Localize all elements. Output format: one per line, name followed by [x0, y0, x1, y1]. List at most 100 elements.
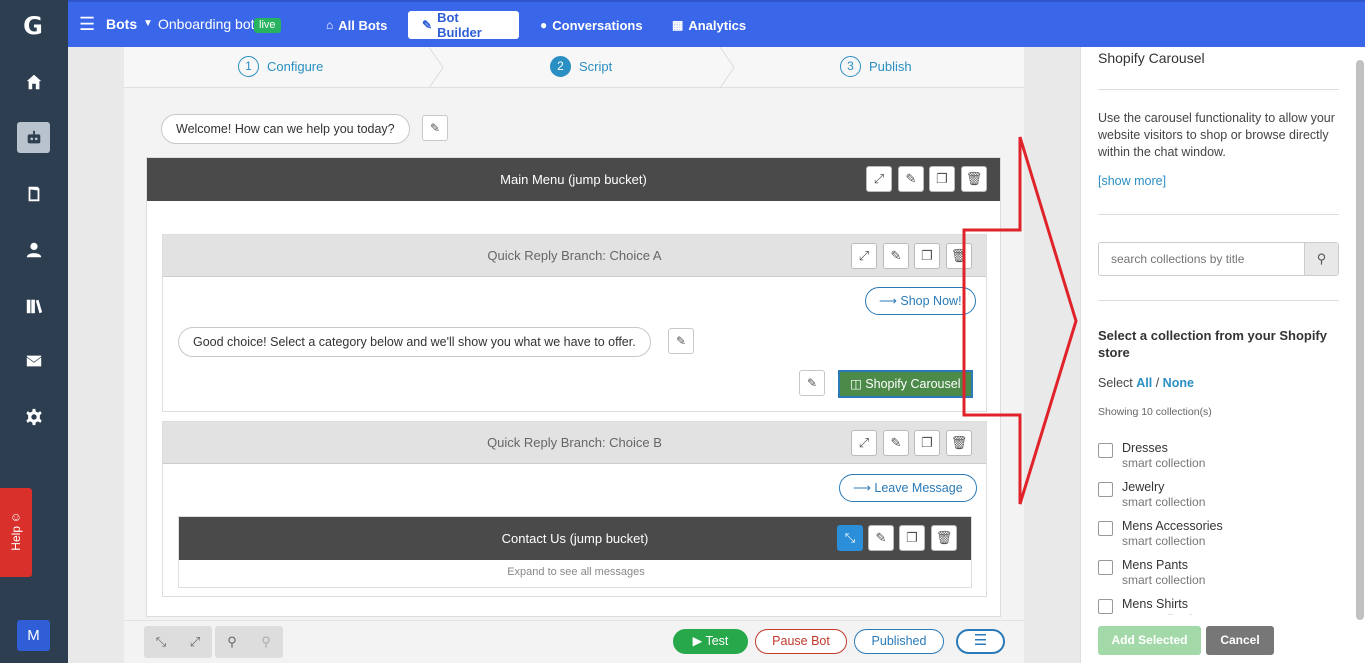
checkbox[interactable]	[1098, 443, 1113, 458]
tab-label: Conversations	[552, 17, 643, 33]
robot-icon[interactable]	[17, 122, 50, 153]
step-label: Configure	[267, 59, 324, 74]
lifebuoy-icon: ☺	[9, 510, 23, 524]
collection-name: Mens Pants	[1122, 558, 1189, 572]
panel-scrollbar[interactable]	[1356, 60, 1364, 620]
expand-collapse-group: ⤡ ⤢	[144, 626, 212, 658]
step-script[interactable]: 2 Script	[550, 56, 612, 77]
collection-type: smart collection	[1122, 456, 1206, 470]
published-button[interactable]: Published	[854, 629, 944, 654]
select-all-link[interactable]: All	[1136, 376, 1152, 390]
hamburger-menu-icon[interactable]: ☰	[79, 15, 95, 33]
copy-icon[interactable]: ❐	[914, 430, 940, 456]
caret-down-icon[interactable]: ▼	[143, 18, 153, 29]
edit-icon[interactable]: ✎	[883, 430, 909, 456]
contact-us-bucket: Contact Us (jump bucket) ⤡ ✎ ❐ 🗑 Expand …	[178, 516, 972, 588]
expand-all-icon[interactable]: ⤡	[144, 626, 178, 658]
avatar[interactable]: M	[17, 620, 50, 651]
checkbox[interactable]	[1098, 560, 1113, 575]
choice-a-message[interactable]: Good choice! Select a category below and…	[178, 327, 651, 357]
chat-bubble-icon: ●	[540, 18, 548, 32]
collection-name: Mens Accessories	[1122, 519, 1223, 533]
copy-icon[interactable]: ❐	[914, 243, 940, 269]
collapse-all-icon[interactable]: ⤢	[178, 626, 212, 658]
tab-label: All Bots	[338, 17, 388, 33]
expand-icon[interactable]: ⤡	[837, 525, 863, 551]
collapse-icon[interactable]: ⤢	[866, 166, 892, 192]
cancel-button[interactable]: Cancel	[1206, 626, 1274, 655]
test-button[interactable]: ▶ Test	[673, 629, 748, 654]
top-bar: ☰ Bots ▼ Onboarding bot live ⌂ All Bots …	[68, 0, 1365, 47]
app-logo[interactable]: 𝗚	[18, 12, 48, 42]
step-publish[interactable]: 3 Publish	[840, 56, 912, 77]
more-menu-icon[interactable]: ☰	[956, 629, 1005, 654]
tab-analytics[interactable]: ▦ Analytics	[658, 11, 760, 39]
trash-icon[interactable]: 🗑	[946, 243, 972, 269]
home-icon[interactable]	[17, 66, 50, 97]
help-tab[interactable]: ☺ Help	[0, 488, 32, 577]
tab-bot-builder[interactable]: ✎ Bot Builder	[408, 10, 519, 40]
step-label: Script	[579, 59, 613, 74]
carousel-icon: ◫	[850, 377, 866, 391]
shopify-carousel-panel: Shopify Carousel Use the carousel functi…	[1080, 47, 1365, 663]
collection-type: smart collection	[1122, 573, 1206, 587]
zoom-out-icon[interactable]: ⚲	[215, 626, 249, 658]
welcome-message[interactable]: Welcome! How can we help you today?	[161, 114, 410, 144]
shopify-carousel-button[interactable]: ◫ Shopify Carousel	[838, 370, 973, 398]
script-canvas: 1 Configure 2 Script 3 Publish Welcome! …	[124, 47, 1024, 663]
list-item[interactable]: Mens Accessories smart collection	[1098, 518, 1348, 557]
home-icon: ⌂	[326, 18, 334, 32]
trash-icon[interactable]: 🗑	[946, 430, 972, 456]
copy-icon[interactable]: ❐	[899, 525, 925, 551]
collection-count: Showing 10 collection(s)	[1098, 406, 1212, 418]
checkbox[interactable]	[1098, 482, 1113, 497]
list-item[interactable]: Jewelry smart collection	[1098, 479, 1348, 518]
shop-now-button[interactable]: ⟶ Shop Now!	[865, 287, 976, 315]
show-more-link[interactable]: [show more]	[1098, 174, 1166, 188]
list-item[interactable]: Mens Pants smart collection	[1098, 557, 1348, 596]
book-icon[interactable]	[17, 178, 50, 209]
test-label: Test	[705, 634, 729, 648]
tab-all-bots[interactable]: ⌂ All Bots	[312, 11, 401, 39]
library-icon[interactable]	[17, 290, 50, 321]
collection-list: Dresses smart collection Jewelry smart c…	[1098, 440, 1348, 615]
zoom-in-icon[interactable]: ⚲	[249, 626, 283, 658]
pencil-icon: ✎	[422, 18, 433, 32]
search-input[interactable]	[1099, 243, 1305, 275]
edit-icon[interactable]: ✎	[422, 115, 448, 141]
edit-icon[interactable]: ✎	[898, 166, 924, 192]
add-selected-button[interactable]: Add Selected	[1098, 626, 1201, 655]
bots-dropdown[interactable]: Bots	[106, 16, 137, 32]
checkbox[interactable]	[1098, 521, 1113, 536]
divider	[1098, 214, 1339, 215]
trash-icon[interactable]: 🗑	[931, 525, 957, 551]
list-item[interactable]: Dresses smart collection	[1098, 440, 1348, 479]
pause-bot-button[interactable]: Pause Bot	[755, 629, 847, 654]
gear-icon[interactable]	[17, 401, 50, 432]
edit-icon[interactable]: ✎	[799, 370, 825, 396]
expand-note: Expand to see all messages	[507, 566, 645, 578]
collection-search: ⚲	[1098, 242, 1339, 276]
search-icon[interactable]: ⚲	[1304, 243, 1338, 275]
step-configure[interactable]: 1 Configure	[238, 56, 323, 77]
collection-heading: Select a collection from your Shopify st…	[1098, 328, 1327, 360]
mail-icon[interactable]	[17, 345, 50, 376]
list-item[interactable]: Mens Shirts smart collection	[1098, 596, 1348, 615]
edit-icon[interactable]: ✎	[868, 525, 894, 551]
choice-b-bucket: Quick Reply Branch: Choice B ⤢ ✎ ❐ 🗑 ⟶ L…	[162, 421, 987, 597]
tab-conversations[interactable]: ● Conversations	[526, 11, 657, 39]
collapse-icon[interactable]: ⤢	[851, 430, 877, 456]
collapse-icon[interactable]: ⤢	[851, 243, 877, 269]
trash-icon[interactable]: 🗑	[961, 166, 987, 192]
copy-icon[interactable]: ❐	[929, 166, 955, 192]
panel-description: Use the carousel functionality to allow …	[1098, 111, 1335, 159]
step-number: 2	[550, 56, 571, 77]
leave-message-button[interactable]: ⟶ Leave Message	[839, 474, 977, 502]
user-icon[interactable]	[17, 234, 50, 265]
select-none-link[interactable]: None	[1163, 376, 1194, 390]
edit-icon[interactable]: ✎	[668, 328, 694, 354]
tab-label: Analytics	[688, 17, 747, 33]
edit-icon[interactable]: ✎	[883, 243, 909, 269]
checkbox[interactable]	[1098, 599, 1113, 614]
divider	[1098, 300, 1339, 301]
